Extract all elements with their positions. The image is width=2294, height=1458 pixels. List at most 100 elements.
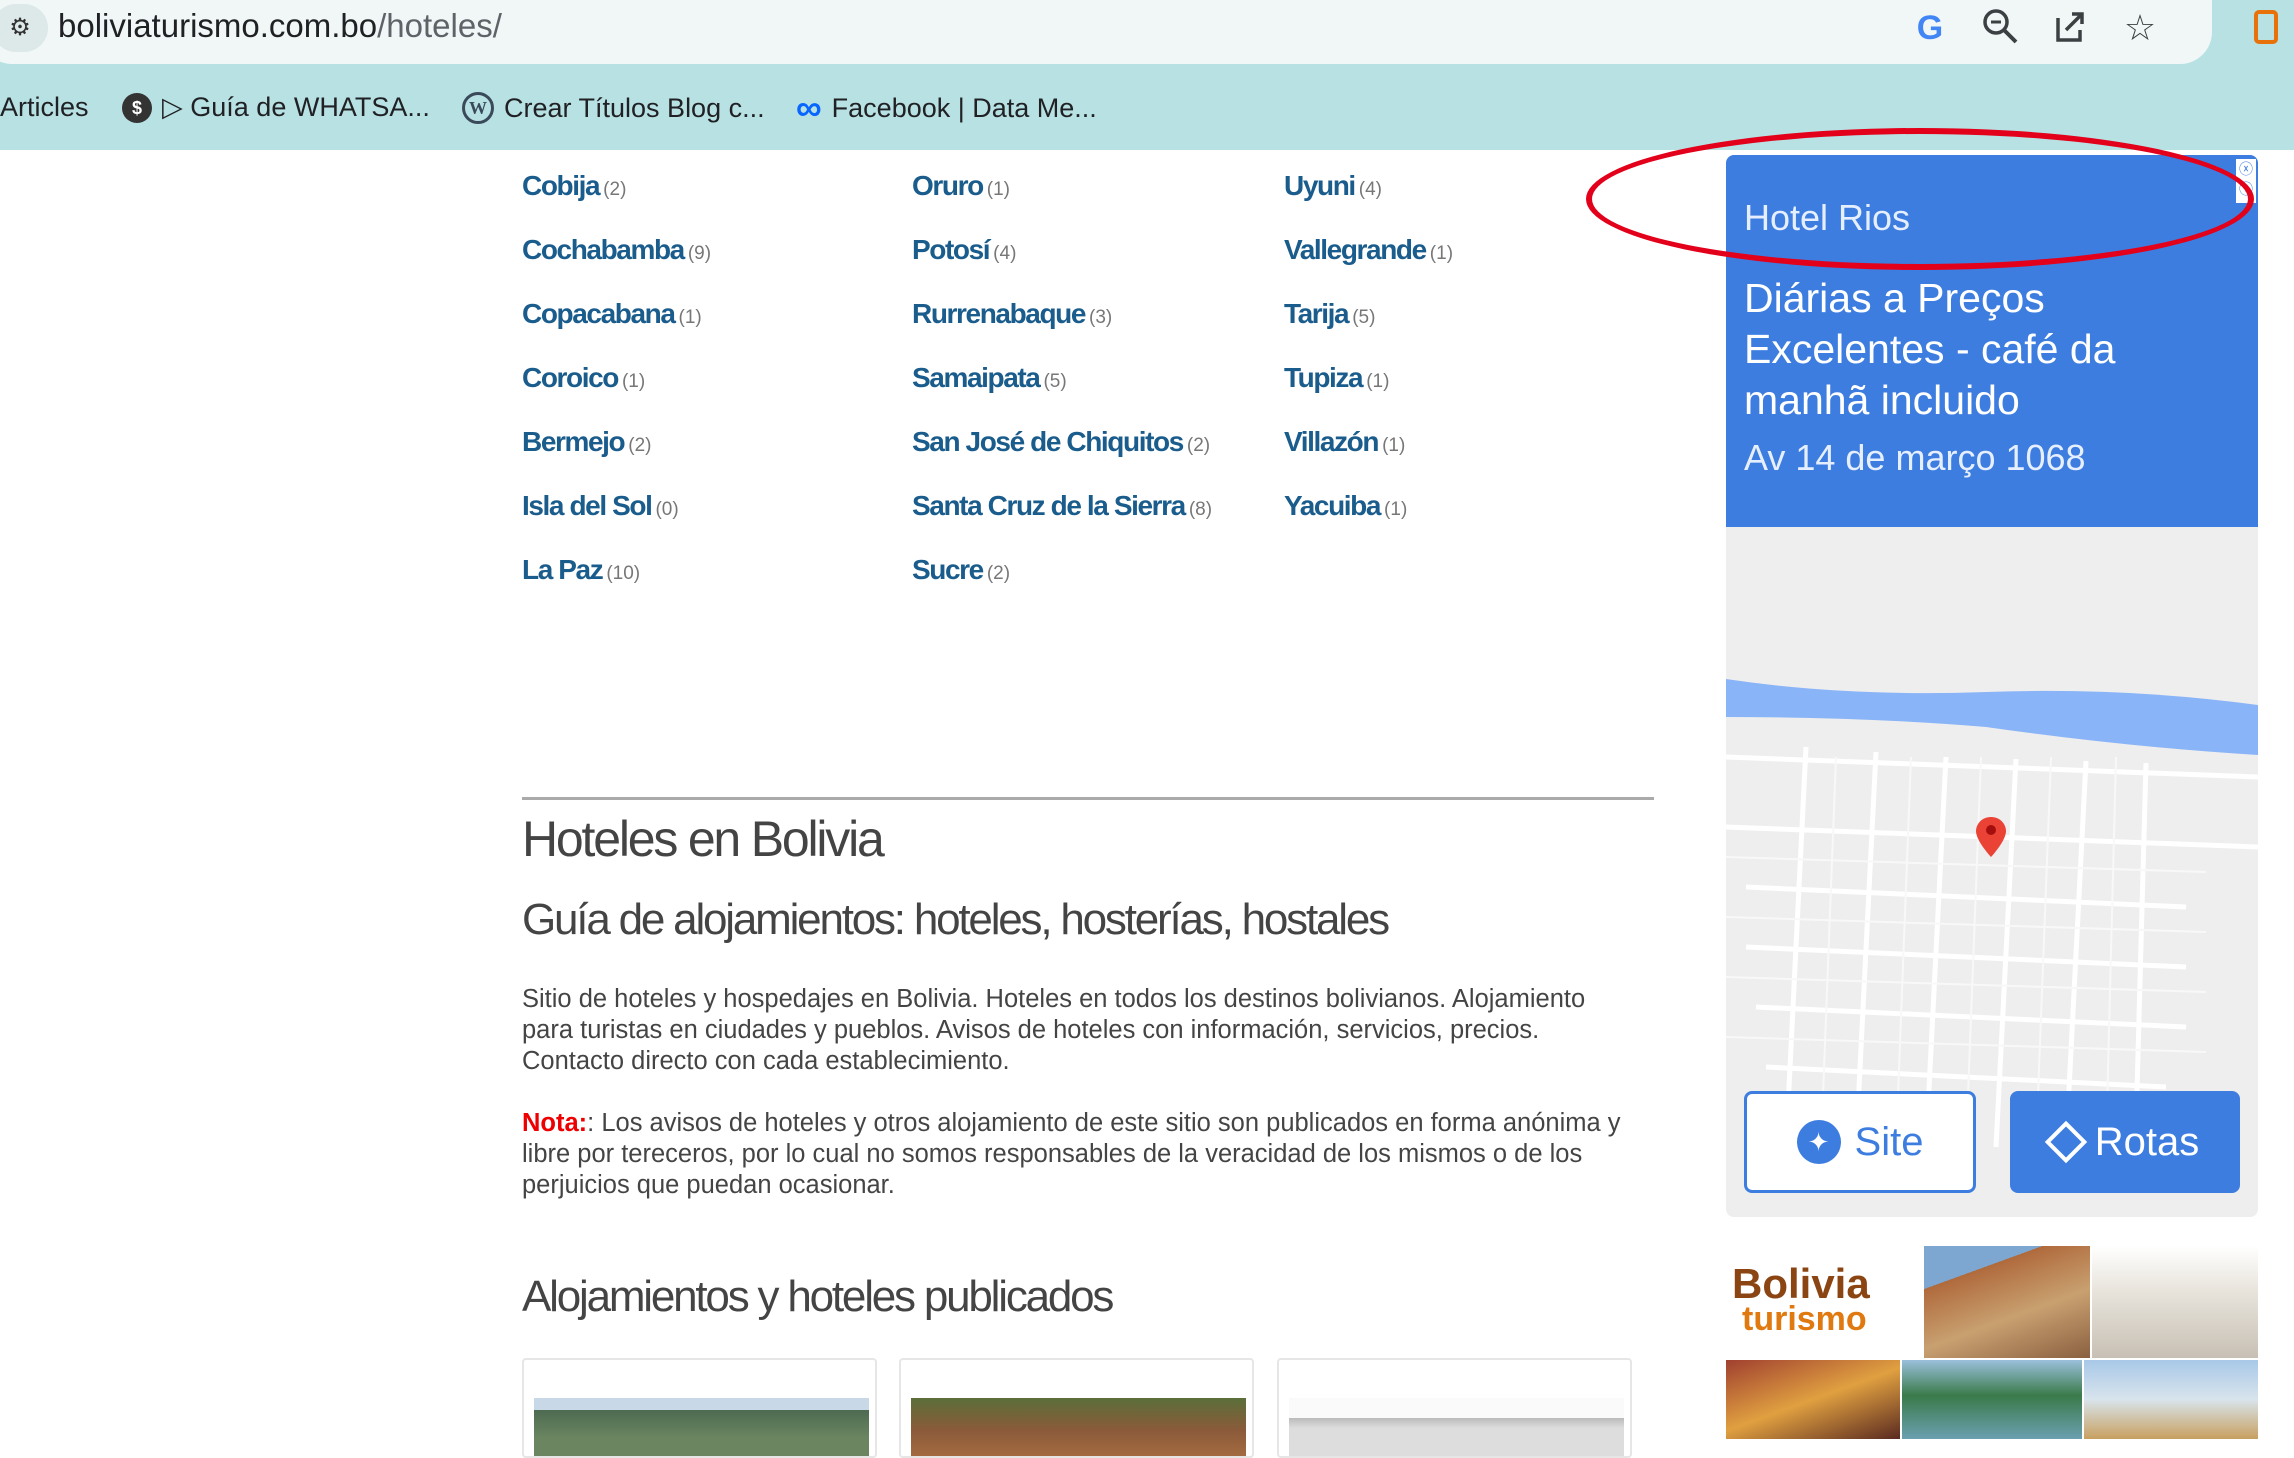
hotel-photo[interactable] bbox=[911, 1398, 1246, 1456]
destination-name[interactable]: Vallegrande bbox=[1284, 234, 1427, 265]
destination-count: (2) bbox=[986, 563, 1011, 584]
destination-link[interactable]: Isla del Sol (0) bbox=[522, 490, 679, 522]
meta-icon: ∞ bbox=[796, 87, 822, 128]
destination-name[interactable]: Coroico bbox=[522, 362, 619, 393]
destination-name[interactable]: Cochabamba bbox=[522, 234, 685, 265]
hotel-photo[interactable] bbox=[1289, 1398, 1624, 1456]
destination-name[interactable]: Samaipata bbox=[912, 362, 1041, 393]
bookmark-articles[interactable]: Articles bbox=[0, 92, 89, 123]
zoom-icon[interactable] bbox=[1978, 6, 2022, 50]
bookmarks-bar: Articles $ ▷ Guía de WHATSA... W Crear Tít… bbox=[0, 86, 2294, 134]
bookmark-guia-whatsapp[interactable]: $ ▷ Guía de WHATSA... bbox=[122, 92, 430, 123]
directions-button-label: Rotas bbox=[2094, 1119, 2200, 1164]
destination-link[interactable]: La Paz (10) bbox=[522, 554, 640, 586]
destination-count: (9) bbox=[687, 243, 712, 264]
destination-name[interactable]: Sucre bbox=[912, 554, 984, 585]
destination-name[interactable]: Tupiza bbox=[1284, 362, 1364, 393]
destination-link[interactable]: Coroico (1) bbox=[522, 362, 645, 394]
bookmark-label: ▷ Guía de WHATSA... bbox=[162, 92, 430, 122]
destination-name[interactable]: Bermejo bbox=[522, 426, 626, 457]
ad-address[interactable]: Av 14 de março 1068 bbox=[1744, 437, 2086, 479]
bookmark-crear-titulos[interactable]: W Crear Títulos Blog c... bbox=[462, 92, 765, 124]
destination-link[interactable]: Samaipata (5) bbox=[912, 362, 1067, 394]
share-icon[interactable] bbox=[2048, 6, 2092, 50]
google-icon[interactable]: G bbox=[1908, 6, 1952, 50]
address-bar[interactable]: ⚙ boliviaturismo.com.bo/hoteles/ G ☆ bbox=[0, 0, 2212, 64]
ad-choices-icon[interactable]: ⓧ ⓘ bbox=[2236, 159, 2256, 203]
extension-icon[interactable] bbox=[2254, 10, 2278, 44]
destination-link[interactable]: Tupiza (1) bbox=[1284, 362, 1389, 394]
banner-photo[interactable] bbox=[1726, 1360, 1900, 1439]
ad-site-button[interactable]: ✦ Site bbox=[1744, 1091, 1976, 1193]
banner-photo[interactable] bbox=[1924, 1246, 2090, 1358]
site-info-icon[interactable]: ⚙ bbox=[0, 4, 48, 52]
destination-name[interactable]: Rurrenabaque bbox=[912, 298, 1086, 329]
banner-logo[interactable]: Bolivia turismo bbox=[1726, 1246, 1922, 1360]
map-ad[interactable]: Hotel Rios Diárias a Preços Excelentes -… bbox=[1726, 155, 2258, 1217]
destination-link[interactable]: Cochabamba (9) bbox=[522, 234, 711, 266]
destination-name[interactable]: Tarija bbox=[1284, 298, 1350, 329]
destination-name[interactable]: Santa Cruz de la Sierra bbox=[912, 490, 1186, 521]
destination-link[interactable]: Yacuiba (1) bbox=[1284, 490, 1407, 522]
url-path: /hoteles/ bbox=[377, 7, 502, 44]
bookmark-facebook[interactable]: ∞ Facebook | Data Me... bbox=[796, 87, 1097, 128]
page-subtitle: Guía de alojamientos: hoteles, hosterías… bbox=[522, 895, 1390, 944]
destination-count: (2) bbox=[603, 179, 627, 200]
bookmark-label: Articles bbox=[0, 92, 89, 122]
site-button-label: Site bbox=[1854, 1119, 1924, 1164]
banner-photo[interactable] bbox=[2092, 1246, 2258, 1358]
destination-name[interactable]: Copacabana bbox=[522, 298, 676, 329]
ad-business-name[interactable]: Hotel Rios bbox=[1744, 197, 1910, 239]
destination-count: (1) bbox=[621, 371, 646, 392]
destination-link[interactable]: Uyuni (4) bbox=[1284, 170, 1382, 202]
destination-count: (8) bbox=[1188, 499, 1213, 520]
banner-photo[interactable] bbox=[2084, 1360, 2258, 1439]
wordpress-icon: W bbox=[462, 92, 494, 124]
destination-link[interactable]: Cobija (2) bbox=[522, 170, 626, 202]
ad-directions-button[interactable]: Rotas bbox=[2010, 1091, 2240, 1193]
destination-count: (4) bbox=[1358, 179, 1383, 200]
destination-count: (0) bbox=[655, 499, 679, 520]
destination-link[interactable]: Potosí (4) bbox=[912, 234, 1016, 266]
hotel-photo[interactable] bbox=[534, 1398, 869, 1456]
hotel-card[interactable] bbox=[1277, 1358, 1632, 1458]
globe-icon: ✦ bbox=[1796, 1120, 1841, 1164]
destination-name[interactable]: San José de Chiquitos bbox=[912, 426, 1184, 457]
destination-link[interactable]: Rurrenabaque (3) bbox=[912, 298, 1112, 330]
destination-name[interactable]: Cobija bbox=[522, 170, 601, 201]
destination-link[interactable]: Vallegrande (1) bbox=[1284, 234, 1453, 266]
destination-count: (5) bbox=[1043, 371, 1067, 392]
hotel-card[interactable] bbox=[522, 1358, 877, 1458]
destination-link[interactable]: Tarija (5) bbox=[1284, 298, 1375, 330]
ad-header[interactable]: Hotel Rios Diárias a Preços Excelentes -… bbox=[1726, 155, 2258, 527]
bookmark-label: Crear Títulos Blog c... bbox=[504, 92, 765, 123]
url-text[interactable]: boliviaturismo.com.bo/hoteles/ bbox=[58, 7, 502, 45]
destination-name[interactable]: Oruro bbox=[912, 170, 984, 201]
destination-name[interactable]: Yacuiba bbox=[1284, 490, 1381, 521]
destination-name[interactable]: Isla del Sol bbox=[522, 490, 653, 521]
destination-link[interactable]: San José de Chiquitos (2) bbox=[912, 426, 1210, 458]
destination-link[interactable]: Sucre (2) bbox=[912, 554, 1010, 586]
bookmark-label: Facebook | Data Me... bbox=[831, 92, 1097, 123]
banner-photo[interactable] bbox=[1902, 1360, 2082, 1439]
hotel-card[interactable] bbox=[899, 1358, 1254, 1458]
destination-name[interactable]: Potosí bbox=[912, 234, 991, 265]
star-icon[interactable]: ☆ bbox=[2118, 6, 2162, 50]
ad-headline[interactable]: Diárias a Preços Excelentes - café da ma… bbox=[1744, 273, 2224, 426]
bolivia-turismo-banner[interactable]: Bolivia turismo bbox=[1726, 1246, 2258, 1439]
published-section-title: Alojamientos y hoteles publicados bbox=[522, 1272, 1114, 1321]
destination-count: (3) bbox=[1089, 307, 1113, 328]
destination-link[interactable]: Santa Cruz de la Sierra (8) bbox=[912, 490, 1212, 522]
destination-link[interactable]: Copacabana (1) bbox=[522, 298, 702, 330]
destination-name[interactable]: Uyuni bbox=[1284, 170, 1356, 201]
destination-name[interactable]: Villazón bbox=[1284, 426, 1379, 457]
destination-count: (2) bbox=[1186, 435, 1211, 456]
destination-link[interactable]: Villazón (1) bbox=[1284, 426, 1405, 458]
destination-count: (1) bbox=[986, 179, 1011, 200]
destination-count: (1) bbox=[1429, 243, 1454, 264]
destination-name[interactable]: La Paz bbox=[522, 554, 604, 585]
destination-count: (4) bbox=[993, 243, 1017, 264]
destination-link[interactable]: Bermejo (2) bbox=[522, 426, 651, 458]
destination-link[interactable]: Oruro (1) bbox=[912, 170, 1010, 202]
destination-count: (1) bbox=[1384, 499, 1408, 520]
